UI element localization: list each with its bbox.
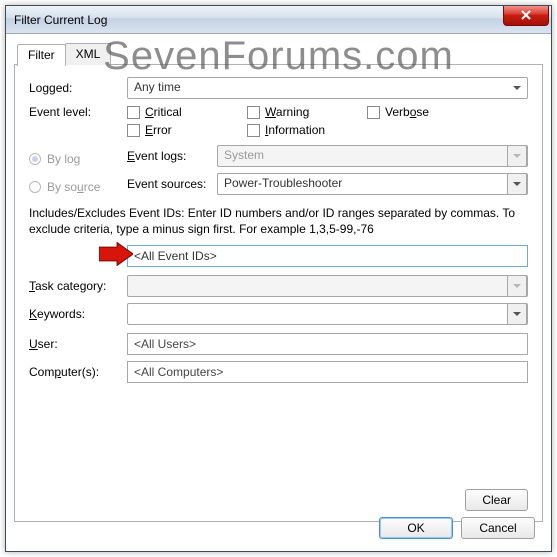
clear-button[interactable]: Clear — [465, 489, 528, 511]
tab-strip: Filter XML — [17, 43, 110, 65]
dialog-window: Filter Current Log SevenForums.com Filte… — [5, 5, 552, 552]
label-event-level: Event level: — [29, 105, 127, 119]
tab-filter[interactable]: Filter — [17, 44, 66, 66]
chevron-down-icon[interactable] — [507, 173, 527, 195]
combo-logged-value: Any time — [134, 80, 181, 94]
combo-event-logs-value: System — [224, 148, 264, 162]
titlebar[interactable]: Filter Current Log — [6, 6, 551, 34]
cancel-button[interactable]: Cancel — [461, 517, 535, 539]
combo-event-sources-value: Power-Troubleshooter — [224, 176, 342, 190]
check-warning[interactable]: Warning — [247, 105, 337, 119]
combo-event-logs: System — [217, 145, 528, 167]
filter-panel-body: Logged: Any time Event level: Critical W… — [15, 65, 542, 399]
dialog-footer: OK Cancel — [379, 517, 535, 539]
input-event-ids[interactable] — [127, 245, 528, 267]
ok-button[interactable]: OK — [379, 517, 453, 539]
label-logged: Logged: — [29, 81, 127, 95]
checkbox-icon — [127, 106, 140, 119]
label-event-sources: Event sources: — [127, 177, 217, 191]
input-computers[interactable] — [127, 361, 528, 383]
checkbox-icon — [367, 106, 380, 119]
tab-panel: Filter XML Logged: Any time Event level:… — [14, 64, 543, 522]
client-area: Filter XML Logged: Any time Event level:… — [6, 34, 551, 551]
close-icon — [521, 10, 531, 20]
label-event-logs: Event logs: — [127, 149, 217, 163]
checkbox-icon — [247, 106, 260, 119]
label-computers: Computer(s): — [29, 365, 127, 379]
input-user[interactable] — [127, 333, 528, 355]
radio-by-log: By log — [29, 152, 127, 166]
checkbox-icon — [127, 124, 140, 137]
combo-keywords[interactable] — [127, 303, 528, 325]
check-error[interactable]: Error — [127, 123, 217, 137]
combo-logged[interactable]: Any time — [127, 77, 528, 99]
label-user: User: — [29, 337, 127, 351]
checkbox-icon — [247, 124, 260, 137]
combo-task-category — [127, 275, 528, 297]
label-by-log: By log — [47, 152, 80, 166]
close-button[interactable] — [503, 6, 549, 26]
label-by-source: By source — [47, 180, 100, 194]
radio-icon — [29, 153, 41, 165]
radio-by-source: By source — [29, 180, 127, 194]
combo-event-sources[interactable]: Power-Troubleshooter — [217, 173, 528, 195]
check-verbose[interactable]: Verbose — [367, 105, 457, 119]
event-level-checks: Critical Warning Verbose Error Informati… — [127, 105, 528, 137]
window-title: Filter Current Log — [14, 13, 503, 27]
chevron-down-icon[interactable] — [507, 303, 527, 325]
chevron-down-icon — [507, 145, 527, 167]
tab-xml[interactable]: XML — [65, 43, 112, 65]
chevron-down-icon — [507, 275, 527, 297]
label-task-category: Task category: — [29, 279, 127, 293]
check-information[interactable]: Information — [247, 123, 367, 137]
help-text: Includes/Excludes Event IDs: Enter ID nu… — [29, 205, 528, 237]
label-keywords: Keywords: — [29, 307, 127, 321]
check-critical[interactable]: Critical — [127, 105, 217, 119]
radio-icon — [29, 181, 41, 193]
